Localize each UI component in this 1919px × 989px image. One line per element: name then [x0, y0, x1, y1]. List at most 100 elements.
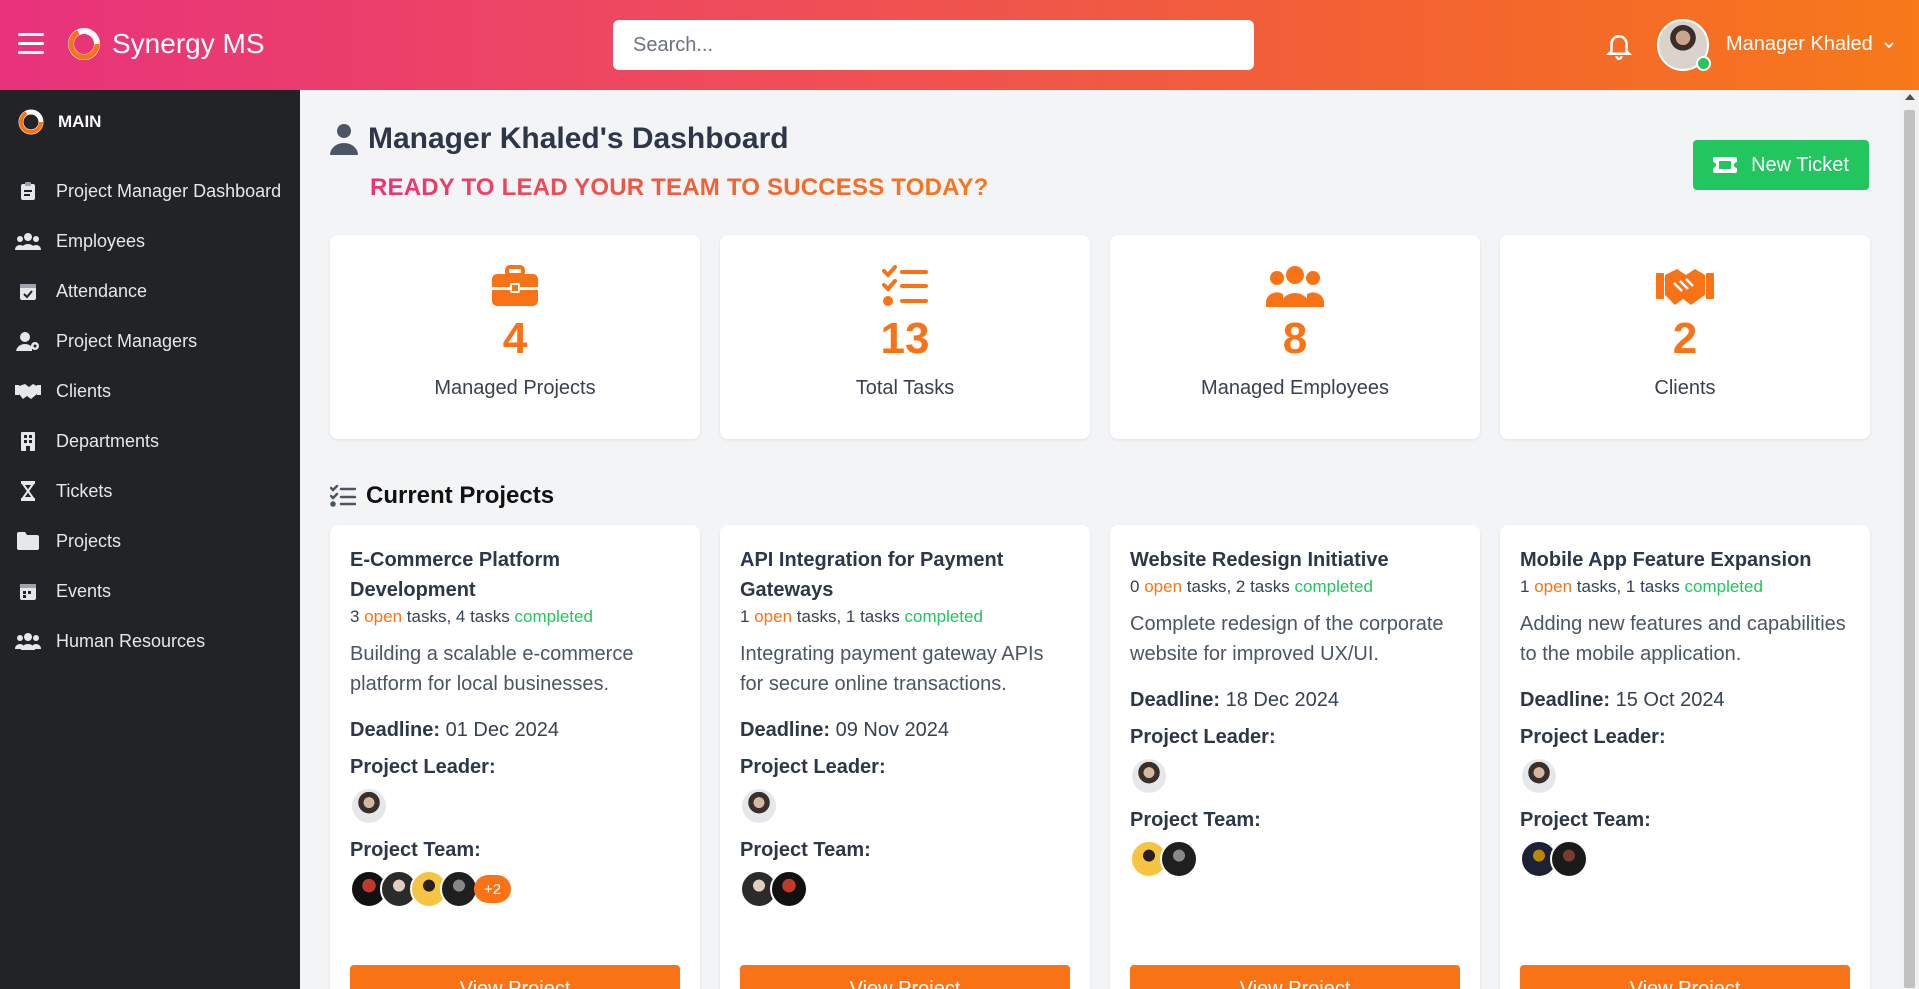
new-ticket-label: New Ticket [1751, 153, 1849, 176]
project-team-avatars: +2 [350, 870, 680, 908]
stat-label: Managed Employees [1201, 377, 1389, 399]
bell-icon[interactable] [1604, 30, 1634, 60]
main-content: Manager Khaled's Dashboard READY TO LEAD… [300, 90, 1900, 989]
sidebar-item-project-manager-dashboard[interactable]: Project Manager Dashboard [0, 166, 300, 216]
project-description: Integrating payment gateway APIs for sec… [740, 643, 1044, 695]
calendar-icon [14, 580, 42, 602]
project-team-label: Project Team: [740, 839, 871, 861]
chevron-down-icon [1884, 41, 1894, 48]
project-name[interactable]: Mobile App Feature Expansion [1520, 545, 1850, 575]
project-leader-label: Project Leader: [1520, 726, 1666, 748]
project-team-avatars [740, 870, 1070, 908]
project-card: Website Redesign Initiative 0 open tasks… [1110, 525, 1480, 989]
sidebar-item-clients[interactable]: Clients [0, 366, 300, 416]
sidebar-item-projects[interactable]: Projects [0, 516, 300, 566]
handshake-icon [14, 380, 42, 402]
project-name[interactable]: API Integration for Payment Gateways [740, 545, 1070, 605]
sidebar-item-label: Employees [56, 230, 146, 251]
ticket-icon [1713, 157, 1738, 173]
project-card: API Integration for Payment Gateways 1 o… [720, 525, 1090, 989]
avatar[interactable] [740, 787, 778, 825]
project-description: Building a scalable e-commerce platform … [350, 643, 634, 695]
stat-label: Managed Projects [434, 377, 596, 399]
scroll-up-icon[interactable] [1905, 94, 1915, 100]
calendar-check-icon [14, 280, 42, 302]
sidebar-item-label: Attendance [56, 280, 148, 301]
brand-name: Synergy MS [112, 28, 265, 59]
scrollbar-thumb[interactable] [1904, 110, 1915, 988]
avatar[interactable] [1130, 757, 1168, 795]
sidebar-item-attendance[interactable]: Attendance [0, 266, 300, 316]
stat-card-managed-employees[interactable]: 8 Managed Employees [1110, 235, 1480, 439]
online-status-icon [1696, 56, 1711, 71]
view-project-button[interactable]: View Project [350, 965, 680, 989]
more-members-badge[interactable]: +2 [474, 875, 512, 903]
project-leader-label: Project Leader: [350, 756, 496, 778]
user-avatar[interactable] [1657, 19, 1711, 71]
page-header: Manager Khaled's Dashboard [330, 122, 789, 156]
sidebar-item-tickets[interactable]: Tickets [0, 466, 300, 516]
avatar[interactable] [1520, 757, 1558, 795]
logo-icon [68, 28, 100, 60]
menu-toggle-icon[interactable] [18, 33, 44, 55]
avatar[interactable] [1550, 840, 1588, 878]
brand[interactable]: Synergy MS [66, 26, 265, 62]
list-check-icon [882, 265, 928, 306]
project-team-avatars [1130, 840, 1460, 878]
building-icon [14, 430, 42, 452]
avatar[interactable] [770, 870, 808, 908]
project-deadline: Deadline: 18 Dec 2024 [1130, 689, 1340, 711]
logo-icon [18, 109, 44, 135]
project-card: Mobile App Feature Expansion 1 open task… [1500, 525, 1870, 989]
project-name[interactable]: E-Commerce Platform Development [350, 545, 680, 605]
briefcase-icon [492, 265, 538, 306]
sidebar-section-label: MAIN [58, 112, 102, 131]
sidebar-item-events[interactable]: Events [0, 566, 300, 616]
sidebar-item-departments[interactable]: Departments [0, 416, 300, 466]
project-team-avatars [1520, 840, 1850, 878]
project-task-summary: 0 open tasks, 2 tasks completed [1130, 577, 1373, 596]
sidebar-item-project-managers[interactable]: Project Managers [0, 316, 300, 366]
sidebar-item-employees[interactable]: Employees [0, 216, 300, 266]
user-name: Manager Khaled [1726, 33, 1873, 55]
project-leader-label: Project Leader: [1130, 726, 1276, 748]
search-input[interactable] [613, 20, 1254, 70]
user-tie-icon [330, 124, 358, 155]
view-project-button[interactable]: View Project [1130, 965, 1460, 989]
page-scrollbar[interactable] [1900, 90, 1919, 989]
project-name[interactable]: Website Redesign Initiative [1130, 545, 1460, 575]
stat-value: 2 [1672, 314, 1698, 363]
section-title: Current Projects [366, 482, 555, 509]
sidebar-item-label: Project Managers [56, 330, 198, 351]
stat-value: 8 [1282, 314, 1308, 363]
project-description: Complete redesign of the corporate websi… [1130, 613, 1444, 665]
users-icon [14, 230, 42, 252]
project-leader-label: Project Leader: [740, 756, 886, 778]
sidebar-item-label: Project Manager Dashboard [56, 180, 282, 201]
sidebar-item-label: Tickets [56, 480, 113, 501]
sidebar-item-label: Projects [56, 530, 122, 551]
project-team-label: Project Team: [350, 839, 481, 861]
new-ticket-button[interactable]: New Ticket [1693, 140, 1869, 190]
stat-label: Total Tasks [855, 377, 955, 399]
view-project-button[interactable]: View Project [1520, 965, 1850, 989]
stat-label: Clients [1654, 377, 1716, 399]
project-team-label: Project Team: [1130, 809, 1261, 831]
avatar[interactable] [1160, 840, 1198, 878]
avatar[interactable] [440, 870, 478, 908]
dashboard-slogan: READY TO LEAD YOUR TEAM TO SUCCESS TODAY… [370, 174, 989, 201]
user-menu[interactable]: Manager Khaled [1726, 33, 1895, 56]
stat-value: 4 [502, 314, 528, 363]
view-project-button[interactable]: View Project [740, 965, 1070, 989]
people-group-icon [14, 630, 42, 652]
stat-card-clients[interactable]: 2 Clients [1500, 235, 1870, 439]
folder-icon [14, 530, 42, 552]
stat-card-total-tasks[interactable]: 13 Total Tasks [720, 235, 1090, 439]
sidebar-item-human-resources[interactable]: Human Resources [0, 616, 300, 666]
sidebar-section-main: MAIN [0, 90, 300, 142]
project-team-label: Project Team: [1520, 809, 1651, 831]
avatar[interactable] [350, 787, 388, 825]
sidebar: MAIN Project Manager Dashboard Employees… [0, 90, 300, 989]
stat-card-managed-projects[interactable]: 4 Managed Projects [330, 235, 700, 439]
page-title: Manager Khaled's Dashboard [368, 122, 789, 155]
